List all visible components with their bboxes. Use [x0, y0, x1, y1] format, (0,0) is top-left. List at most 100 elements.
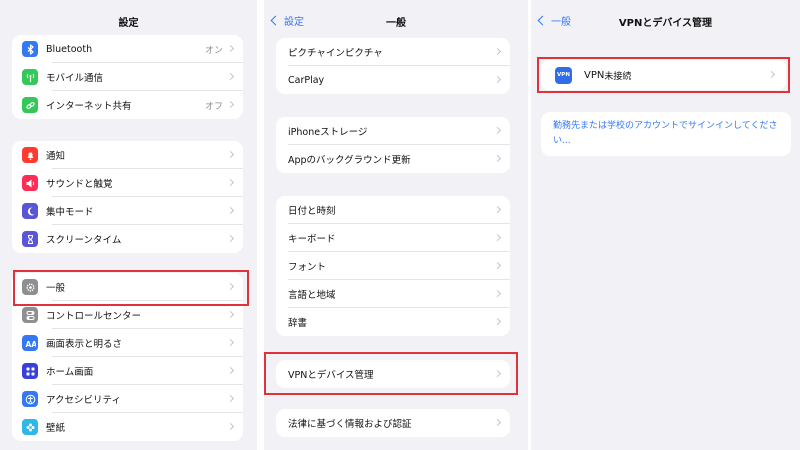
vpn-navbar: 一般 VPNとデバイス管理 — [531, 0, 800, 40]
chevron-right-icon — [226, 178, 235, 187]
settings-title: 設定 — [118, 18, 139, 29]
bluetooth-icon — [22, 41, 38, 57]
settings-group-general: 一般コントロールセンター AA 画面表示と明るさ ホーム画面アクセシビリティ 壁紙 — [12, 273, 243, 441]
general-item-label: 辞書 — [288, 318, 308, 329]
settings-item-label: サウンドと触覚 — [46, 179, 113, 190]
general-group-3: VPNとデバイス管理 — [276, 360, 510, 388]
general-group-0: ピクチャインピクチャ CarPlay — [276, 38, 510, 94]
chevron-right-icon — [493, 75, 502, 84]
accessibility-icon — [22, 391, 38, 407]
settings-item-switches[interactable]: コントロールセンター — [12, 301, 243, 329]
vpn-status: 未接続 — [604, 71, 632, 82]
settings-item-label: インターネット共有 — [46, 101, 132, 112]
chevron-right-icon — [767, 70, 776, 79]
chevron-right-icon — [493, 369, 502, 378]
vpn-row[interactable]: VPN VPN 未接続 — [541, 60, 786, 90]
settings-item-antenna[interactable]: モバイル通信 — [12, 63, 243, 91]
chevron-right-icon — [493, 126, 502, 135]
general-title: 一般 — [386, 18, 406, 29]
speaker-icon — [22, 175, 38, 191]
general-item[interactable]: Appのバックグラウンド更新 — [276, 145, 510, 173]
settings-item-value: オン — [204, 45, 223, 56]
chevron-right-icon — [493, 317, 502, 326]
moon-icon — [22, 203, 38, 219]
settings-item-grid[interactable]: ホーム画面 — [12, 357, 243, 385]
chevron-right-icon — [493, 205, 502, 214]
settings-item-hourglass[interactable]: スクリーンタイム — [12, 225, 243, 253]
general-item[interactable]: 日付と時刻 — [276, 196, 510, 224]
settings-item-moon[interactable]: 集中モード — [12, 197, 243, 225]
general-group-2: 日付と時刻キーボードフォント言語と地域辞書 — [276, 196, 510, 336]
gear-icon — [22, 279, 38, 295]
settings-panel: 設定 Bluetooth オンモバイル通信インターネット共有 オフ 通知サウンドと触… — [0, 0, 257, 450]
general-panel: 設定 一般 ピクチャインピクチャ CarPlay iPhoneストレージ Appのバ… — [264, 0, 528, 450]
general-item-label: iPhoneストレージ — [288, 127, 368, 138]
vpn-app-icon: VPN — [555, 66, 572, 84]
chevron-right-icon — [226, 150, 235, 159]
settings-item-label: モバイル通信 — [46, 73, 104, 84]
general-item[interactable]: 辞書 — [276, 308, 510, 336]
general-item[interactable]: 法律に基づく情報および認証 — [276, 409, 510, 437]
general-item-label: 日付と時刻 — [288, 206, 336, 217]
chevron-right-icon — [226, 72, 235, 81]
settings-item-speaker[interactable]: サウンドと触覚 — [12, 169, 243, 197]
settings-item-text-size[interactable]: AA 画面表示と明るさ — [12, 329, 243, 357]
settings-item-label: アクセシビリティ — [46, 395, 121, 406]
chevron-right-icon — [226, 44, 235, 53]
work-account-signin-link[interactable]: 勤務先または学校のアカウントでサインインしてください... — [541, 112, 791, 156]
svg-text:AA: AA — [25, 340, 36, 349]
general-group-4: 法律に基づく情報および認証 — [276, 409, 510, 437]
general-item[interactable]: キーボード — [276, 224, 510, 252]
chevron-right-icon — [493, 418, 502, 427]
antenna-icon — [22, 69, 38, 85]
flower-icon — [22, 419, 38, 435]
chevron-right-icon — [226, 100, 235, 109]
chevron-right-icon — [226, 234, 235, 243]
chevron-right-icon — [226, 282, 235, 291]
general-item[interactable]: VPNとデバイス管理 — [276, 360, 510, 388]
hourglass-icon — [22, 231, 38, 247]
general-item[interactable]: iPhoneストレージ — [276, 117, 510, 145]
settings-item-label: スクリーンタイム — [46, 235, 122, 246]
chevron-right-icon — [493, 233, 502, 242]
general-item-label: キーボード — [288, 234, 336, 245]
chevron-right-icon — [493, 261, 502, 270]
general-group-1: iPhoneストレージ Appのバックグラウンド更新 — [276, 117, 510, 173]
settings-navbar: 設定 — [0, 0, 257, 40]
settings-item-gear[interactable]: 一般 — [12, 273, 243, 301]
chevron-right-icon — [226, 206, 235, 215]
chevron-right-icon — [493, 289, 502, 298]
bell-icon — [22, 147, 38, 163]
general-item-label: VPNとデバイス管理 — [288, 370, 374, 381]
settings-item-label: 画面表示と明るさ — [46, 339, 123, 350]
settings-item-label: ホーム画面 — [46, 367, 94, 378]
settings-item-label: 通知 — [46, 151, 66, 162]
settings-item-value: オフ — [204, 101, 223, 112]
general-item[interactable]: フォント — [276, 252, 510, 280]
general-navbar: 設定 一般 — [264, 0, 528, 40]
settings-item-label: Bluetooth — [46, 43, 93, 55]
chevron-right-icon — [493, 154, 502, 163]
chevron-right-icon — [226, 422, 235, 431]
settings-item-label: 集中モード — [46, 207, 94, 218]
general-item-label: フォント — [288, 262, 327, 273]
vpn-label: VPN — [584, 69, 605, 81]
general-item-label: 法律に基づく情報および認証 — [288, 419, 412, 430]
text-size-icon: AA — [22, 335, 38, 351]
settings-item-bell[interactable]: 通知 — [12, 141, 243, 169]
settings-item-link[interactable]: インターネット共有 オフ — [12, 91, 243, 119]
settings-group-connectivity: Bluetooth オンモバイル通信インターネット共有 オフ — [12, 35, 243, 119]
settings-item-label: 壁紙 — [46, 423, 66, 434]
general-item-label: ピクチャインピクチャ — [288, 48, 383, 59]
general-item[interactable]: 言語と地域 — [276, 280, 510, 308]
settings-item-bluetooth[interactable]: Bluetooth オン — [12, 35, 243, 63]
settings-item-accessibility[interactable]: アクセシビリティ — [12, 385, 243, 413]
settings-item-flower[interactable]: 壁紙 — [12, 413, 243, 441]
grid-icon — [22, 363, 38, 379]
general-item[interactable]: CarPlay — [276, 66, 510, 94]
chevron-right-icon — [226, 366, 235, 375]
general-item-label: CarPlay — [288, 74, 325, 86]
general-item[interactable]: ピクチャインピクチャ — [276, 38, 510, 66]
vpn-title: VPNとデバイス管理 — [618, 18, 713, 29]
settings-item-label: 一般 — [46, 283, 66, 294]
